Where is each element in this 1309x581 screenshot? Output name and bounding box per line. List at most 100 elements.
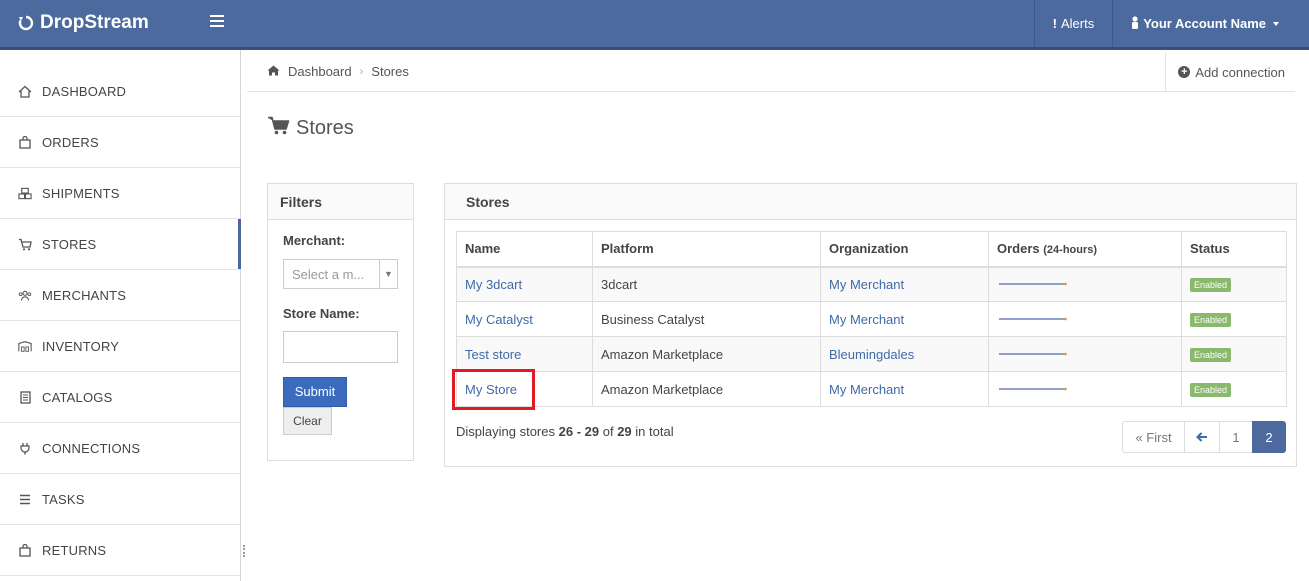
summary-range: 26 - 29 — [558, 424, 600, 439]
arrow-left-icon — [1196, 430, 1208, 445]
filters-panel: Filters Merchant: Select a m... ▼ Store … — [267, 183, 414, 461]
sidebar-item-label: CONNECTIONS — [42, 440, 141, 456]
sidebar-item-dashboard[interactable]: DASHBOARD — [0, 66, 240, 117]
add-connection-button[interactable]: + Add connection — [1165, 52, 1295, 92]
store-name-link[interactable]: My Store — [465, 382, 517, 397]
table-row: Test store Amazon Marketplace Bleumingda… — [456, 336, 1287, 372]
refresh-logo-icon — [18, 15, 34, 31]
sidebar-item-stores[interactable]: STORES — [0, 219, 241, 270]
account-menu[interactable]: Your Account Name — [1112, 0, 1309, 47]
page-title-text: Stores — [296, 117, 354, 139]
pagination: « First 1 2 — [1122, 421, 1286, 453]
sidebar-item-label: ORDERS — [42, 134, 99, 150]
plus-circle-icon: + — [1178, 66, 1191, 78]
table-row: My Catalyst Business Catalyst My Merchan… — [456, 301, 1287, 337]
sidebar-item-label: MERCHANTS — [42, 287, 127, 303]
store-organization-link[interactable]: Bleumingdales — [829, 347, 914, 362]
sidebar-resize-handle[interactable] — [243, 545, 245, 557]
store-name-link[interactable]: My 3dcart — [465, 277, 522, 292]
column-header-orders[interactable]: Orders (24-hours) — [988, 231, 1182, 268]
add-connection-label: Add connection — [1195, 64, 1285, 80]
column-header-platform[interactable]: Platform — [592, 231, 821, 268]
warehouse-icon — [18, 339, 32, 353]
top-navbar: DropStream ! Alerts Your Account Name — [0, 0, 1309, 50]
submit-button[interactable]: Submit — [283, 377, 347, 407]
status-badge: Enabled — [1190, 383, 1232, 397]
store-name-label: Store Name: — [283, 306, 360, 321]
sidebar-item-catalogs[interactable]: CATALOGS — [0, 372, 240, 423]
home-icon[interactable] — [267, 64, 280, 79]
cubes-icon — [18, 186, 32, 200]
caret-down-icon — [1273, 21, 1279, 26]
sidebar-item-label: RETURNS — [42, 542, 107, 558]
user-icon — [1131, 15, 1139, 32]
stores-panel-title: Stores — [445, 184, 1296, 220]
sidebar-item-shipments[interactable]: SHIPMENTS — [0, 168, 240, 219]
summary-prefix: Displaying stores — [456, 424, 555, 439]
alerts-menu[interactable]: ! Alerts — [1033, 0, 1113, 47]
stores-panel: Stores Name Platform Organization Orders… — [444, 183, 1297, 467]
column-header-status[interactable]: Status — [1181, 231, 1287, 268]
list-icon — [18, 492, 32, 506]
pagination-prev[interactable] — [1184, 421, 1220, 453]
summary-suffix: in total — [635, 424, 674, 439]
sidebar-item-merchants[interactable]: MERCHANTS — [0, 270, 240, 321]
users-icon — [18, 288, 32, 302]
sidebar-item-tasks[interactable]: TASKS — [0, 474, 240, 525]
pagination-first[interactable]: « First — [1122, 421, 1185, 453]
store-name-input[interactable] — [283, 331, 398, 363]
store-platform: Amazon Marketplace — [592, 336, 821, 372]
clear-button[interactable]: Clear — [283, 407, 332, 435]
menu-toggle-icon[interactable] — [210, 15, 224, 30]
filters-title: Filters — [268, 184, 413, 220]
account-name: Your Account Name — [1143, 16, 1266, 31]
chevron-right-icon: › — [359, 65, 364, 78]
page-title: Stores — [268, 116, 354, 141]
store-name-link[interactable]: Test store — [465, 347, 521, 362]
summary-total: 29 — [617, 424, 632, 439]
status-badge: Enabled — [1190, 348, 1232, 362]
table-row: My 3dcart 3dcart My Merchant Enabled — [456, 266, 1287, 302]
cart-icon — [18, 237, 32, 251]
store-organization-link[interactable]: My Merchant — [829, 312, 904, 327]
plug-icon — [18, 441, 32, 455]
sidebar-item-label: STORES — [42, 236, 97, 252]
bag-icon — [18, 135, 32, 149]
summary-of: of — [602, 424, 614, 439]
pagination-page-2[interactable]: 2 — [1252, 421, 1286, 453]
orders-header-label: Orders — [997, 241, 1040, 257]
orders-sparkline — [999, 282, 1067, 286]
column-header-organization[interactable]: Organization — [820, 231, 989, 268]
sidebar-item-inventory[interactable]: INVENTORY — [0, 321, 240, 372]
home-icon — [18, 84, 32, 98]
sidebar-item-label: DASHBOARD — [42, 83, 127, 99]
store-platform: 3dcart — [592, 266, 821, 302]
column-header-name[interactable]: Name — [456, 231, 593, 268]
breadcrumb: Dashboard › Stores + Add connection — [247, 52, 1295, 92]
table-row: My Store Amazon Marketplace My Merchant … — [456, 371, 1287, 407]
sidebar-item-label: INVENTORY — [42, 338, 120, 354]
table-header-row: Name Platform Organization Orders (24-ho… — [456, 231, 1287, 268]
store-name-link[interactable]: My Catalyst — [465, 312, 533, 327]
sidebar-item-connections[interactable]: CONNECTIONS — [0, 423, 240, 474]
brand-logo[interactable]: DropStream — [18, 12, 149, 34]
book-icon — [18, 390, 32, 404]
merchant-select[interactable]: Select a m... ▼ — [283, 259, 398, 289]
orders-header-sub: (24-hours) — [1043, 244, 1098, 257]
breadcrumb-dashboard[interactable]: Dashboard — [288, 64, 352, 79]
brand-name: DropStream — [40, 12, 149, 33]
sidebar-item-label: TASKS — [42, 491, 85, 507]
sidebar: DASHBOARD ORDERS SHIPMENTS STORES MERCHA… — [0, 50, 241, 581]
merchant-select-placeholder: Select a m... — [292, 267, 365, 282]
cart-icon — [268, 116, 290, 141]
pagination-page-1[interactable]: 1 — [1219, 421, 1253, 453]
stores-table: Name Platform Organization Orders (24-ho… — [456, 231, 1287, 407]
sidebar-item-label: CATALOGS — [42, 389, 113, 405]
sidebar-item-returns[interactable]: RETURNS — [0, 525, 240, 576]
store-organization-link[interactable]: My Merchant — [829, 277, 904, 292]
sidebar-item-orders[interactable]: ORDERS — [0, 117, 240, 168]
store-organization-link[interactable]: My Merchant — [829, 382, 904, 397]
orders-sparkline — [999, 387, 1067, 391]
orders-sparkline — [999, 352, 1067, 356]
sidebar-item-label: SHIPMENTS — [42, 185, 120, 201]
